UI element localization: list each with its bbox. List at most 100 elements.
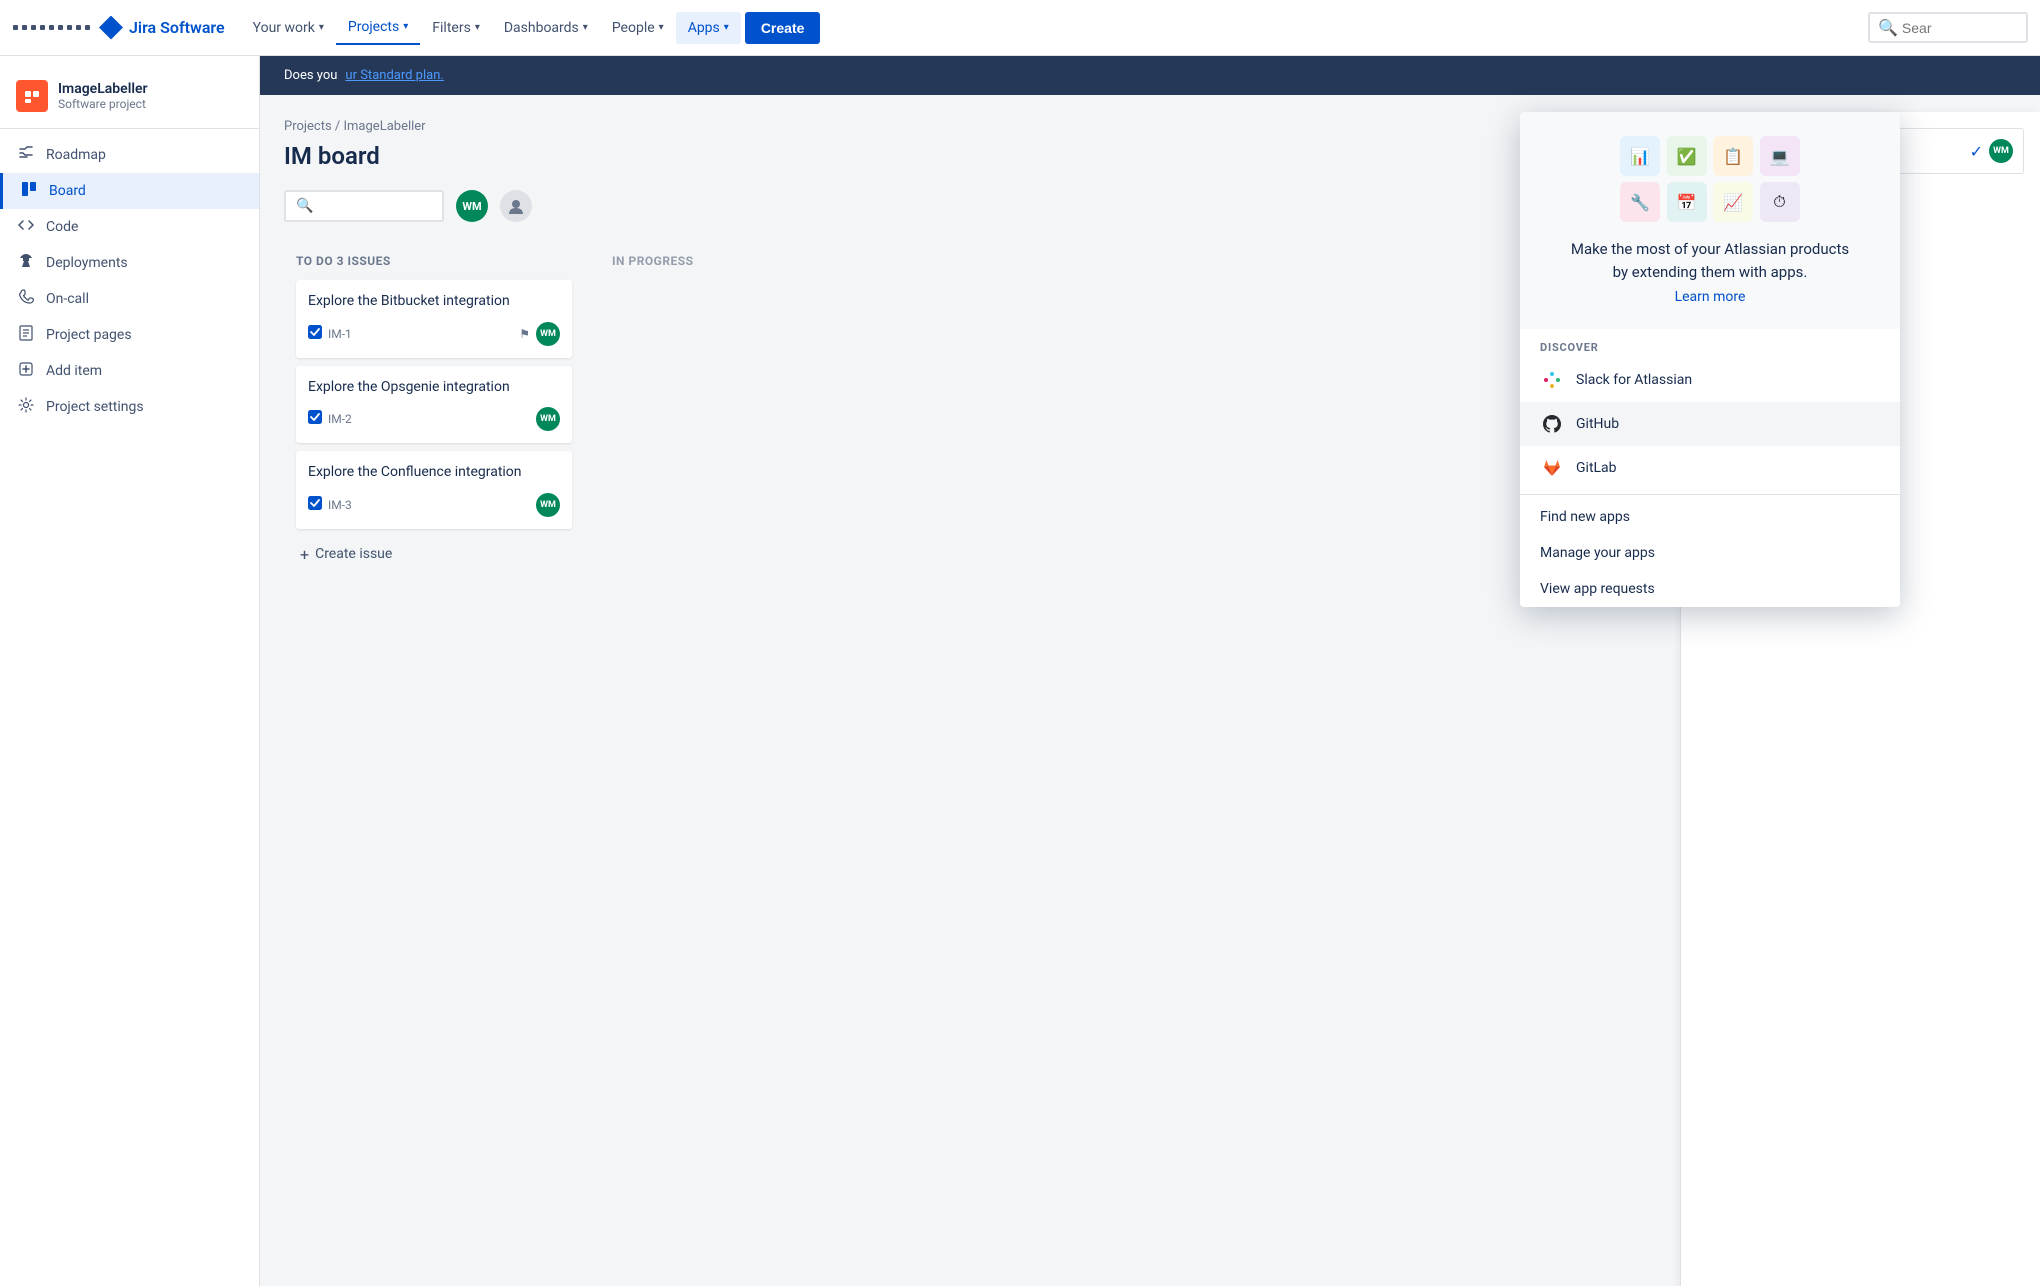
illus-tile: 💻 — [1760, 136, 1800, 176]
apps-view-requests[interactable]: View app requests — [1520, 571, 1900, 607]
chevron-down-icon: ▾ — [403, 21, 408, 32]
flag-icon: ⚑ — [519, 327, 530, 341]
upgrade-banner: Does you ur Standard plan. — [260, 56, 2040, 95]
search-bar[interactable]: 🔍 — [1868, 12, 2028, 43]
projects-nav[interactable]: Projects ▾ — [336, 11, 420, 45]
board-search[interactable]: 🔍 — [284, 190, 444, 222]
chevron-down-icon: ▾ — [583, 22, 588, 33]
search-icon: 🔍 — [296, 198, 313, 214]
apps-tagline: Make the most of your Atlassian products… — [1571, 238, 1849, 283]
github-icon — [1540, 412, 1564, 436]
apps-item-github[interactable]: GitHub — [1520, 402, 1900, 446]
chevron-down-icon: ▾ — [475, 22, 480, 33]
user-avatar-anon[interactable] — [500, 190, 532, 222]
card-im2-id: IM-2 — [328, 412, 352, 426]
card-avatar: WM — [536, 493, 560, 517]
illus-tile: 📋 — [1713, 136, 1753, 176]
apps-item-slack-label: Slack for Atlassian — [1576, 372, 1692, 388]
slack-icon — [1540, 368, 1564, 392]
card-im1-title: Explore the Bitbucket integration — [308, 292, 560, 312]
apps-item-slack[interactable]: Slack for Atlassian — [1520, 358, 1900, 402]
chevron-down-icon: ▾ — [319, 22, 324, 33]
people-nav[interactable]: People ▾ — [600, 12, 676, 44]
apps-dropdown: 📊 ✅ 📋 💻 🔧 📅 📈 ⏱ Make the most of your At… — [1520, 112, 1900, 607]
illus-tile: 📊 — [1620, 136, 1660, 176]
card-im2[interactable]: Explore the Opsgenie integration IM-2 WM — [296, 366, 572, 444]
jira-logo[interactable]: Jira Software — [99, 16, 225, 40]
apps-manage[interactable]: Manage your apps — [1520, 535, 1900, 571]
your-work-nav[interactable]: Your work ▾ — [241, 12, 336, 44]
create-issue-button[interactable]: + Create issue — [296, 537, 572, 572]
right-panel-avatar: WM — [1989, 139, 2013, 163]
dashboards-nav[interactable]: Dashboards ▾ — [492, 12, 600, 44]
breadcrumb-project[interactable]: ImageLabeller — [344, 119, 426, 134]
project-icon — [16, 80, 48, 112]
checkmark-icon: ✓ — [1970, 142, 1983, 161]
sidebar-label-code: Code — [46, 219, 78, 235]
breadcrumb-separator: / — [335, 119, 344, 134]
deployments-icon — [16, 253, 36, 273]
checkbox-icon — [308, 325, 322, 343]
user-avatar-wm[interactable]: WM — [456, 190, 488, 222]
additem-icon — [16, 361, 36, 381]
apps-learn-more[interactable]: Learn more — [1675, 289, 1746, 305]
logo-diamond-icon — [99, 16, 123, 40]
sidebar-item-oncall[interactable]: On-call — [0, 281, 259, 317]
main-content: Does you ur Standard plan. Projects / Im… — [260, 56, 2040, 1286]
card-im3-id: IM-3 — [328, 498, 352, 512]
illus-tile: ✅ — [1667, 136, 1707, 176]
projectpages-icon — [16, 325, 36, 345]
breadcrumb-projects[interactable]: Projects — [284, 119, 332, 134]
card-avatar: WM — [536, 322, 560, 346]
apps-find-new[interactable]: Find new apps — [1520, 499, 1900, 535]
sidebar-item-board[interactable]: Board — [0, 173, 259, 209]
gitlab-icon — [1540, 456, 1564, 480]
oncall-icon — [16, 289, 36, 309]
apps-item-gitlab[interactable]: GitLab — [1520, 446, 1900, 490]
sidebar-item-additem[interactable]: Add item — [0, 353, 259, 389]
card-avatar: WM — [536, 407, 560, 431]
search-input[interactable] — [1902, 20, 2002, 36]
sidebar-item-projectsettings[interactable]: Project settings — [0, 389, 259, 425]
logo-text: Jira Software — [129, 18, 225, 37]
apps-nav[interactable]: Apps ▾ — [676, 12, 741, 44]
project-header[interactable]: ImageLabeller Software project — [0, 72, 259, 129]
sidebar-item-deployments[interactable]: Deployments — [0, 245, 259, 281]
projectsettings-icon — [16, 397, 36, 417]
apps-item-gitlab-label: GitLab — [1576, 460, 1617, 476]
project-type: Software project — [58, 97, 148, 111]
sidebar-label-oncall: On-call — [46, 291, 89, 307]
apps-tiles-grid: 📊 ✅ 📋 💻 🔧 📅 📈 ⏱ — [1620, 136, 1800, 222]
sidebar-label-projectpages: Project pages — [46, 327, 132, 343]
chevron-down-icon: ▾ — [659, 22, 664, 33]
apps-illustration: 📊 ✅ 📋 💻 🔧 📅 📈 ⏱ Make the most of your At… — [1520, 112, 1900, 329]
illus-tile: 📅 — [1667, 182, 1707, 222]
sidebar-label-projectsettings: Project settings — [46, 399, 144, 415]
waffle-menu[interactable] — [12, 24, 91, 31]
search-icon: 🔍 — [1878, 18, 1898, 37]
board-search-input[interactable] — [313, 198, 413, 214]
column-todo-header: TO DO 3 ISSUES — [296, 254, 572, 268]
illus-tile: 📈 — [1713, 182, 1753, 222]
column-todo: TO DO 3 ISSUES Explore the Bitbucket int… — [284, 242, 584, 584]
card-im1-footer: IM-1 ⚑ WM — [308, 322, 560, 346]
sidebar-label-roadmap: Roadmap — [46, 147, 106, 163]
card-im3-footer: IM-3 WM — [308, 493, 560, 517]
banner-link[interactable]: ur Standard plan. — [345, 68, 443, 83]
create-button[interactable]: Create — [745, 12, 821, 44]
card-im1-id: IM-1 — [328, 327, 352, 341]
chevron-down-icon: ▾ — [724, 22, 729, 33]
column-inprogress: IN PROGRESS — [600, 242, 800, 292]
sidebar-item-projectpages[interactable]: Project pages — [0, 317, 259, 353]
illus-tile: 🔧 — [1620, 182, 1660, 222]
card-im1[interactable]: Explore the Bitbucket integration IM-1 ⚑ — [296, 280, 572, 358]
filters-nav[interactable]: Filters ▾ — [420, 12, 492, 44]
sidebar-item-roadmap[interactable]: Roadmap — [0, 137, 259, 173]
sidebar-label-deployments: Deployments — [46, 255, 128, 271]
card-im3[interactable]: Explore the Confluence integration IM-3 … — [296, 451, 572, 529]
board-icon — [19, 181, 39, 201]
apps-item-github-label: GitHub — [1576, 416, 1619, 432]
card-im2-footer: IM-2 WM — [308, 407, 560, 431]
sidebar-label-additem: Add item — [46, 363, 102, 379]
sidebar-item-code[interactable]: Code — [0, 209, 259, 245]
